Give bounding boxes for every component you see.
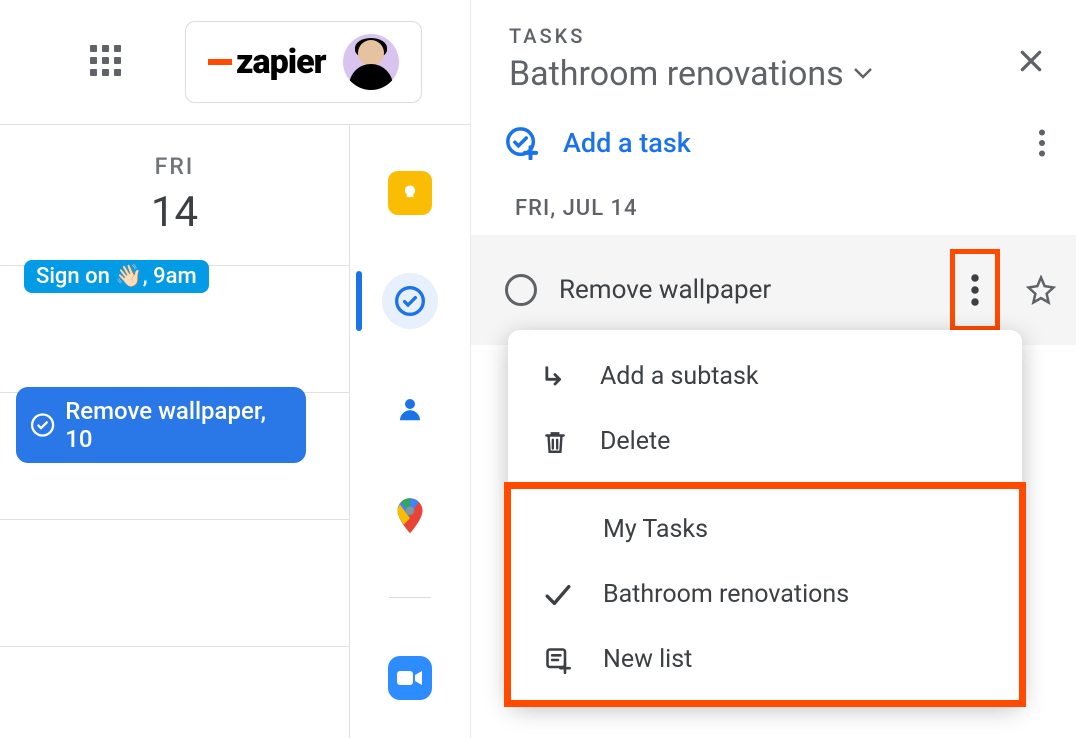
keep-icon: [388, 171, 432, 215]
chevron-down-icon: [854, 68, 872, 80]
contacts-icon: [395, 394, 425, 424]
maps-pin-icon: [395, 498, 425, 536]
check-icon: [541, 583, 575, 607]
task-more-button[interactable]: [950, 249, 1000, 331]
close-button[interactable]: [1018, 48, 1044, 74]
menu-label: My Tasks: [603, 515, 708, 544]
rail-maps-button[interactable]: [382, 489, 438, 545]
menu-label: New list: [603, 645, 692, 674]
calendar-event-label: Remove wallpaper, 10: [65, 397, 292, 453]
calendar-column: FRI 14 Sign on 👋🏻, 9am Remove wallpaper,…: [0, 125, 350, 738]
calendar-header: FRI 14: [0, 125, 349, 245]
calendar-event-signon[interactable]: Sign on 👋🏻, 9am: [24, 260, 209, 293]
rail-divider: [389, 597, 431, 598]
task-context-menu: Add a subtask Delete My Tasks Bathroom r…: [508, 330, 1022, 703]
task-star-button[interactable]: [1026, 275, 1056, 305]
rail-zoom-button[interactable]: [382, 650, 438, 706]
menu-add-subtask[interactable]: Add a subtask: [508, 344, 1022, 409]
rail-tasks-button[interactable]: [382, 273, 438, 329]
task-row[interactable]: Remove wallpaper: [471, 235, 1076, 345]
brand-pill[interactable]: zapier: [185, 21, 422, 103]
menu-new-list[interactable]: New list: [511, 627, 1019, 692]
list-more-button[interactable]: [1038, 129, 1046, 157]
calendar-dow: FRI: [0, 153, 349, 180]
subtask-arrow-icon: [538, 363, 572, 391]
calendar-date: 14: [0, 188, 349, 237]
zoom-icon: [388, 656, 432, 700]
menu-lists-highlight: My Tasks Bathroom renovations New list: [504, 482, 1026, 707]
brand-logo: zapier: [208, 42, 325, 82]
add-task-label: Add a task: [563, 127, 691, 159]
task-complete-circle[interactable]: [505, 274, 537, 306]
task-title: Remove wallpaper: [559, 275, 771, 305]
brand-name: zapier: [236, 42, 325, 82]
new-list-icon: [541, 646, 575, 674]
star-icon: [1026, 275, 1056, 305]
tasks-list-dropdown[interactable]: Bathroom renovations: [509, 54, 1046, 94]
tasks-header: TASKS Bathroom renovations: [471, 0, 1076, 108]
menu-delete[interactable]: Delete: [508, 409, 1022, 474]
tasks-icon: [394, 285, 426, 317]
kebab-icon: [971, 274, 979, 306]
tasks-eyebrow: TASKS: [509, 24, 1046, 48]
rail-keep-button[interactable]: [382, 165, 438, 221]
menu-my-tasks[interactable]: My Tasks: [511, 497, 1019, 562]
task-date-label: FRI, JUL 14: [471, 178, 1076, 235]
menu-label: Delete: [600, 427, 670, 456]
tasks-list-name: Bathroom renovations: [509, 54, 844, 94]
menu-label: Bathroom renovations: [603, 580, 849, 609]
kebab-icon: [1038, 129, 1046, 157]
menu-label: Add a subtask: [600, 362, 759, 391]
app-rail: [350, 125, 470, 738]
trash-icon: [538, 428, 572, 456]
calendar-event-remove-wallpaper[interactable]: Remove wallpaper, 10: [16, 387, 306, 463]
add-task-icon: [505, 126, 539, 160]
close-icon: [1018, 48, 1044, 74]
add-task-row[interactable]: Add a task: [471, 108, 1076, 178]
avatar[interactable]: [343, 34, 399, 90]
rail-contacts-button[interactable]: [382, 381, 438, 437]
task-check-icon: [30, 412, 55, 438]
calendar-grid[interactable]: Sign on 👋🏻, 9am Remove wallpaper, 10: [0, 265, 349, 647]
apps-grid-icon[interactable]: [90, 45, 126, 81]
menu-bathroom-renovations[interactable]: Bathroom renovations: [511, 562, 1019, 627]
